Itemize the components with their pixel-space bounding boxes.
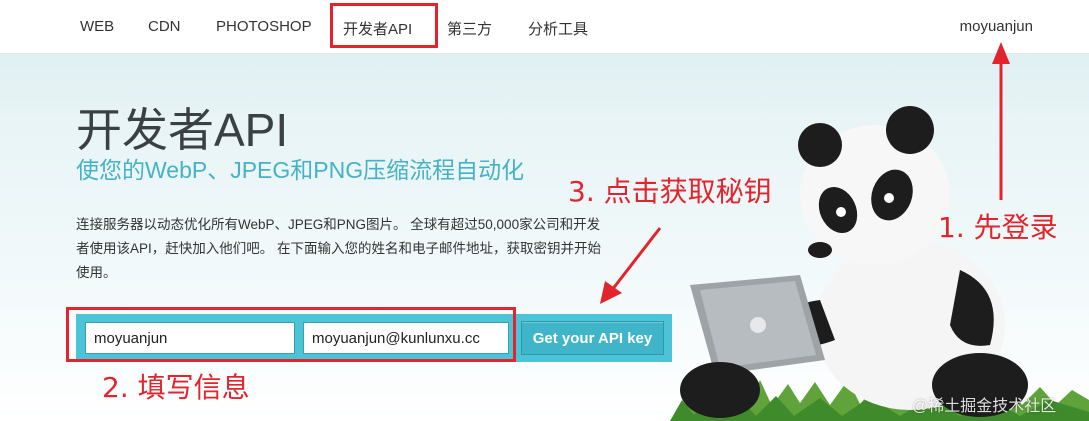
page-subtitle: 使您的WebP、JPEG和PNG压缩流程自动化 xyxy=(76,157,525,183)
step-1-annotation: 1. 先登录 xyxy=(938,211,1058,244)
nav-item-photoshop[interactable]: PHOTOSHOP xyxy=(216,18,312,35)
nav-item-cdn[interactable]: CDN xyxy=(148,18,181,35)
nav-item-analysis-tools[interactable]: 分析工具 xyxy=(528,18,588,39)
step-2-annotation: 2. 填写信息 xyxy=(102,371,250,404)
get-api-key-button[interactable]: Get your API key xyxy=(521,321,664,355)
watermark-text: @稀土掘金技术社区 xyxy=(912,398,1057,415)
user-account-link[interactable]: moyuanjun xyxy=(960,18,1033,35)
nav-item-third-party[interactable]: 第三方 xyxy=(447,18,492,39)
arrow-to-button-head xyxy=(600,281,622,304)
form-highlight-box xyxy=(66,307,516,362)
panda-illustration xyxy=(660,100,1089,421)
top-nav: WEB CDN PHOTOSHOP 开发者API 第三方 分析工具 moyuan… xyxy=(0,0,1089,54)
panda-laptop-icon xyxy=(670,106,1089,421)
step-3-annotation: 3. 点击获取秘钥 xyxy=(568,175,772,208)
arrow-to-button xyxy=(610,227,662,291)
developer-api-highlight-box xyxy=(330,3,438,48)
nav-item-web[interactable]: WEB xyxy=(80,18,114,35)
page-description: 连接服务器以动态优化所有WebP、JPEG和PNG图片。 全球有超过50,000… xyxy=(76,217,602,280)
